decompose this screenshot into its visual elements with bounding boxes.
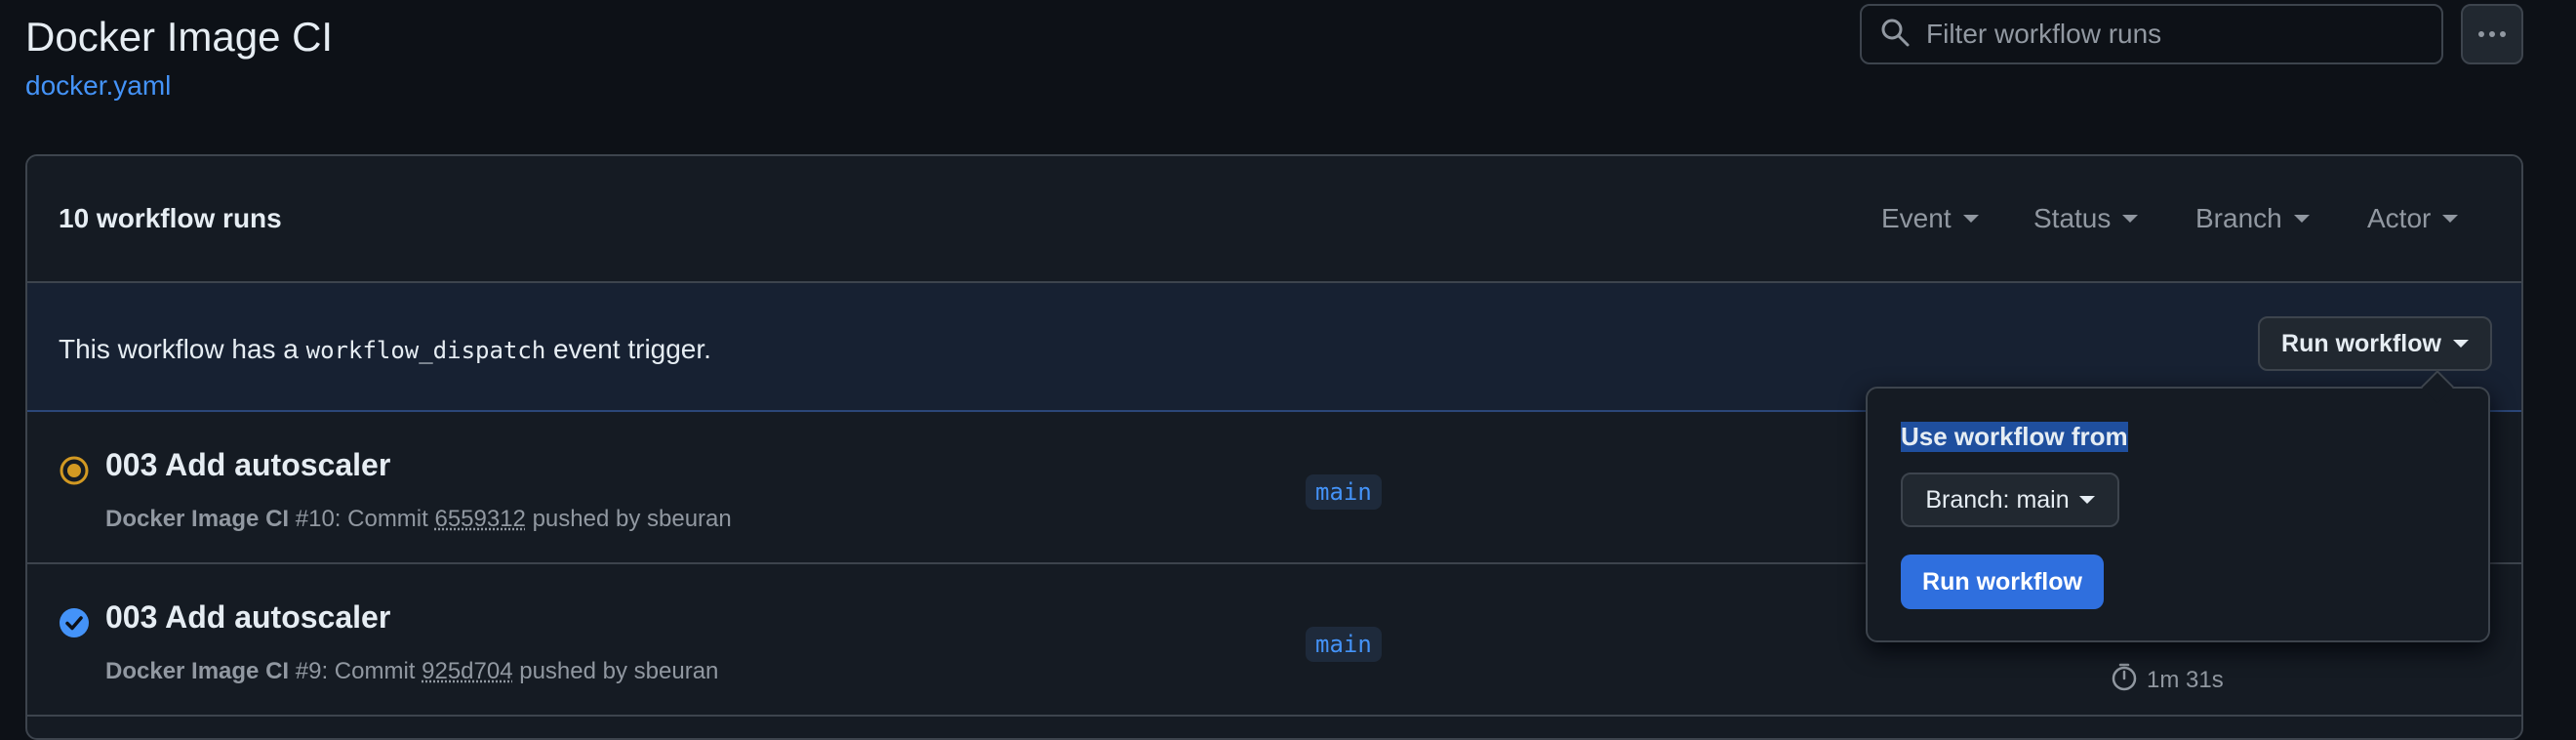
- page-title: Docker Image CI: [25, 14, 333, 61]
- triangle-down-icon: [1963, 215, 1979, 223]
- runs-count: 10 workflow runs: [59, 203, 282, 234]
- branch-filter-label: Branch: [2195, 203, 2282, 234]
- run-workflow-label: Run workflow: [2281, 330, 2441, 358]
- dispatch-text: This workflow has a workflow_dispatch ev…: [59, 334, 711, 365]
- run-workflow-dropdown-button[interactable]: Run workflow: [2258, 316, 2492, 371]
- triangle-down-icon: [2294, 215, 2310, 223]
- event-filter-label: Event: [1881, 203, 1952, 234]
- branch-filter[interactable]: Branch: [2195, 203, 2310, 234]
- commit-sha-link[interactable]: 925d704: [422, 658, 512, 684]
- run-workflow-popover: Use workflow from Branch: main Run workf…: [1866, 387, 2490, 642]
- triangle-down-icon: [2122, 215, 2138, 223]
- branch-label[interactable]: main: [1306, 474, 1382, 510]
- search-input[interactable]: [1924, 18, 2435, 51]
- filter-runs-search[interactable]: [1860, 4, 2443, 64]
- run-title[interactable]: 003 Add autoscaler: [105, 599, 390, 636]
- event-filter[interactable]: Event: [1881, 203, 1979, 234]
- triangle-down-icon: [2079, 496, 2095, 504]
- dispatch-code: workflow_dispatch: [306, 337, 546, 364]
- commit-sha-link[interactable]: 6559312: [434, 506, 525, 532]
- popover-title: Use workflow from: [1901, 422, 2128, 452]
- workflow-file-link[interactable]: docker.yaml: [25, 70, 171, 102]
- kebab-horizontal-icon: [2477, 25, 2507, 43]
- run-title[interactable]: 003 Add autoscaler: [105, 447, 390, 483]
- branch-label[interactable]: main: [1306, 627, 1382, 662]
- run-meta: Docker Image CI #9: Commit 925d704 pushe…: [105, 658, 718, 685]
- duration-text: 1m 31s: [2147, 667, 2224, 694]
- branch-select-label: Branch: main: [1925, 486, 2069, 514]
- search-icon: [1879, 17, 1911, 53]
- status-filter[interactable]: Status: [2033, 203, 2138, 234]
- check-circle-icon: [59, 607, 90, 638]
- run-duration: 1m 31s: [2110, 662, 2224, 698]
- triangle-down-icon: [2442, 215, 2458, 223]
- actor-filter[interactable]: Actor: [2367, 203, 2458, 234]
- stopwatch-icon: [2110, 662, 2139, 698]
- more-options-button[interactable]: [2461, 4, 2523, 64]
- run-workflow-submit-button[interactable]: Run workflow: [1901, 555, 2104, 609]
- in-progress-icon: [59, 455, 90, 486]
- branch-select-button[interactable]: Branch: main: [1901, 473, 2119, 527]
- run-meta: Docker Image CI #10: Commit 6559312 push…: [105, 506, 732, 533]
- status-filter-label: Status: [2033, 203, 2111, 234]
- triangle-down-icon: [2453, 340, 2469, 348]
- runs-panel-header: 10 workflow runs Event Status Branch Act…: [27, 156, 2521, 283]
- actor-filter-label: Actor: [2367, 203, 2431, 234]
